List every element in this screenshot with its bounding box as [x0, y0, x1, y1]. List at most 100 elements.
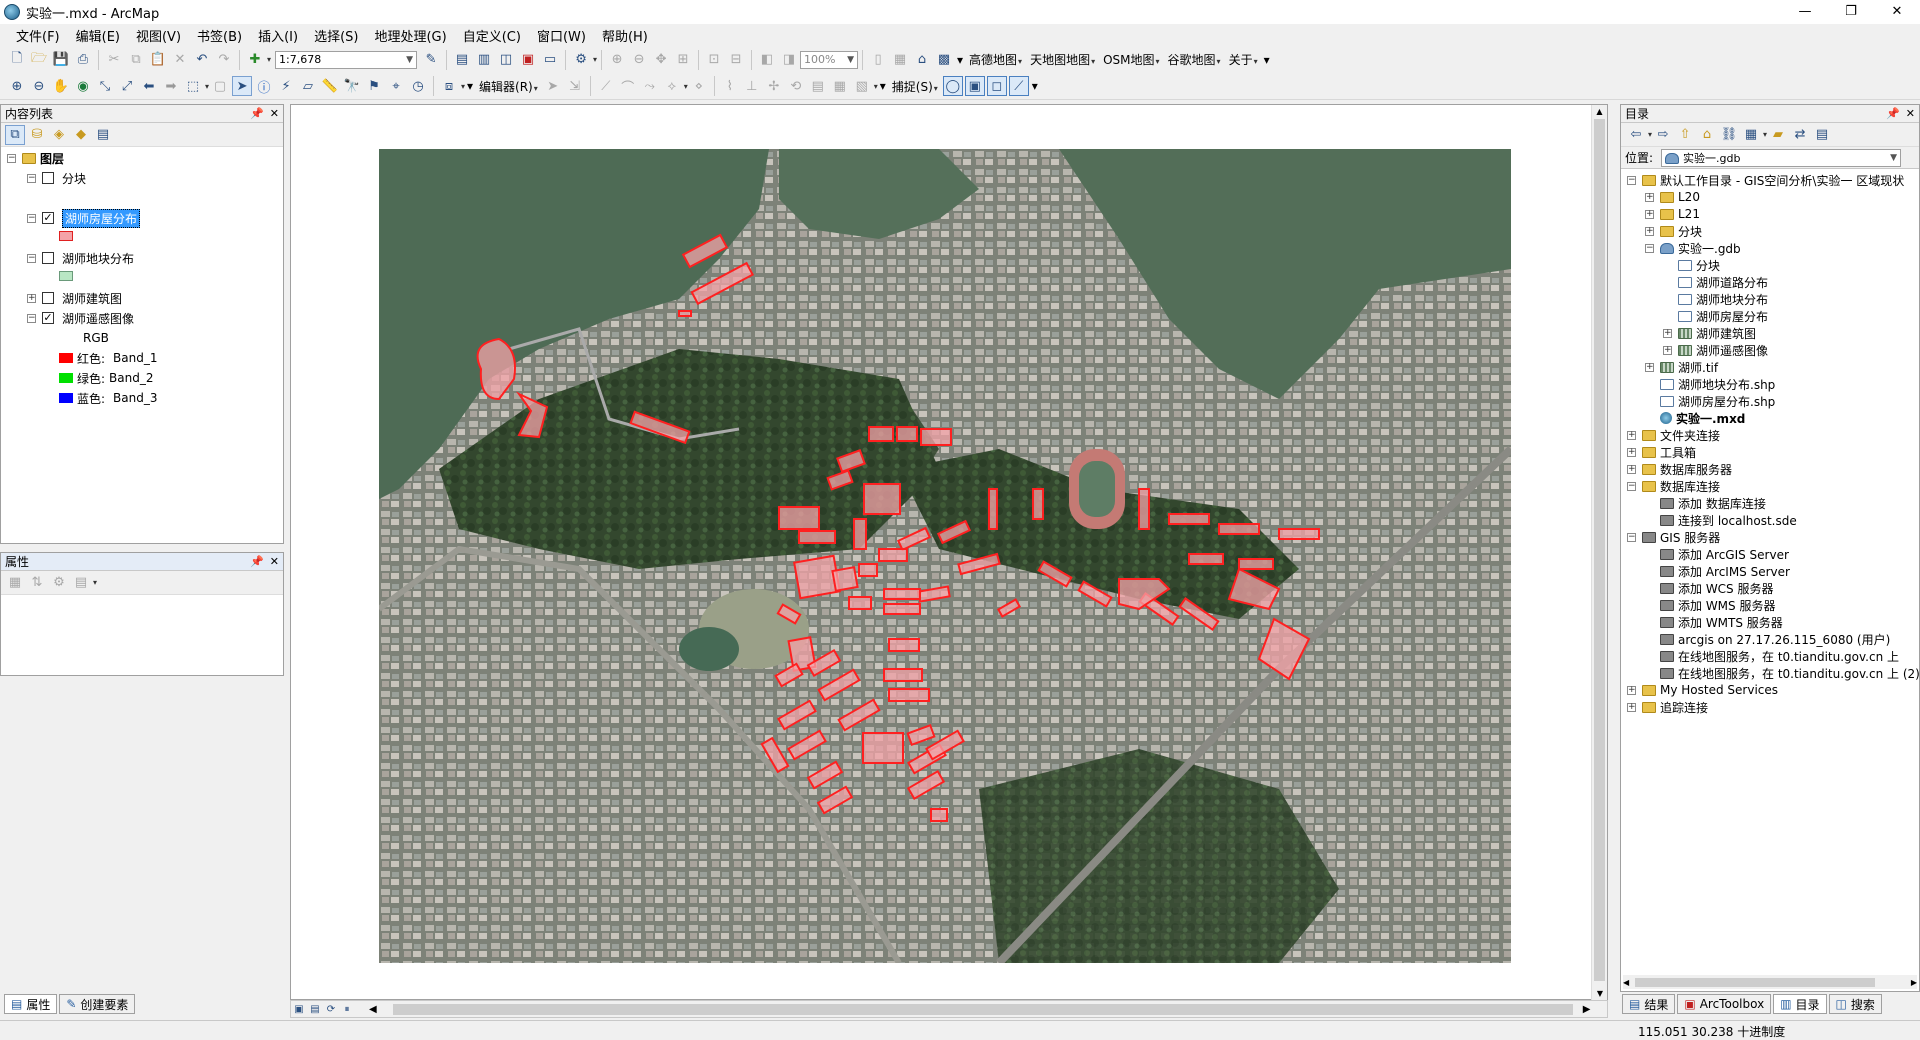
- tab-results[interactable]: ▤ 结果: [1622, 994, 1676, 1014]
- rotate-tool-icon[interactable]: ⟲: [786, 76, 806, 96]
- zoom-100-icon[interactable]: ⊟: [726, 50, 746, 70]
- menu-windows[interactable]: 窗口(W): [529, 26, 594, 45]
- edge-snapping-icon[interactable]: ⟋: [1008, 76, 1029, 96]
- forward-icon[interactable]: ⇨: [1653, 125, 1673, 145]
- chevron-down-icon[interactable]: ▾: [1648, 130, 1652, 139]
- catalog-item[interactable]: + 分块: [1645, 222, 1702, 240]
- catalog-item[interactable]: 添加 数据库连接: [1645, 494, 1766, 512]
- catalog-item[interactable]: 添加 WCS 服务器: [1645, 579, 1774, 597]
- clear-selection-icon[interactable]: ▢: [210, 76, 230, 96]
- scroll-right-icon[interactable]: ▶: [1583, 1004, 1591, 1015]
- find-route-icon[interactable]: ⚑: [364, 76, 384, 96]
- toolbar-grip[interactable]: ▾: [1032, 76, 1038, 96]
- collapse-icon[interactable]: −: [1645, 243, 1654, 253]
- menu-view[interactable]: 视图(V): [128, 26, 189, 45]
- point-icon[interactable]: ⟡: [662, 76, 682, 96]
- house-polygon[interactable]: [629, 410, 691, 445]
- house-polygon[interactable]: [1032, 488, 1044, 520]
- catalog-horizontal-scrollbar[interactable]: ◀ ▶: [1623, 975, 1917, 989]
- catalog-item[interactable]: + 工具箱: [1627, 443, 1696, 461]
- collapse-icon[interactable]: −: [27, 313, 36, 323]
- collapse-icon[interactable]: −: [1627, 532, 1636, 542]
- band-green-row[interactable]: 绿色: Band_2: [59, 369, 154, 387]
- house-polygon[interactable]: [681, 233, 729, 269]
- list-by-source-icon[interactable]: ⛁: [27, 125, 47, 145]
- legend-swatch-parcels[interactable]: [59, 271, 73, 281]
- house-polygon[interactable]: [883, 588, 921, 600]
- house-polygon[interactable]: [862, 732, 904, 764]
- previous-extent-layout-icon[interactable]: ◧: [757, 50, 777, 70]
- measure-icon[interactable]: 📏: [320, 76, 340, 96]
- house-polygon[interactable]: [798, 530, 836, 544]
- house-polygon[interactable]: [831, 566, 859, 592]
- zoom-out-icon[interactable]: ⊖: [29, 76, 49, 96]
- catalog-item[interactable]: 湖师地块分布: [1663, 290, 1768, 308]
- catalog-item[interactable]: 添加 ArcGIS Server: [1645, 545, 1789, 563]
- house-polygon[interactable]: [936, 519, 972, 545]
- scroll-thumb[interactable]: [1594, 119, 1605, 981]
- toolbar-grip[interactable]: ▾: [1264, 50, 1270, 70]
- toggle-draft-icon[interactable]: ▯: [868, 50, 888, 70]
- home-icon[interactable]: ⌂: [1697, 125, 1717, 145]
- house-polygon[interactable]: [906, 769, 946, 801]
- house-polygon[interactable]: [816, 785, 854, 815]
- time-slider-icon[interactable]: ◷: [408, 76, 428, 96]
- delete-icon[interactable]: ✕: [170, 50, 190, 70]
- reshape-feature-icon[interactable]: ⌇: [720, 76, 740, 96]
- scroll-left-icon[interactable]: ◀: [369, 1004, 377, 1015]
- tab-create-features[interactable]: ✎ 创建要素: [59, 994, 136, 1014]
- options-icon[interactable]: ▤: [93, 125, 113, 145]
- menu-geoprocessing[interactable]: 地理处理(G): [366, 26, 454, 45]
- tab-arctoolbox[interactable]: ▣ ArcToolbox: [1677, 994, 1772, 1014]
- fixed-zoom-in-icon[interactable]: ⤡: [95, 76, 115, 96]
- layer-item-houses[interactable]: − ✓ 湖师房屋分布: [27, 208, 141, 228]
- expand-icon[interactable]: +: [1627, 685, 1636, 695]
- sketch-properties-icon[interactable]: ▦: [830, 76, 850, 96]
- zoom-in-icon[interactable]: ⊕: [7, 76, 27, 96]
- house-polygon[interactable]: [883, 668, 923, 682]
- house-polygon[interactable]: [878, 548, 908, 562]
- house-polygon[interactable]: [1227, 567, 1281, 611]
- sort-az-icon[interactable]: ⇅: [27, 573, 47, 593]
- catalog-item[interactable]: + 湖师.tif: [1645, 358, 1718, 376]
- house-polygon[interactable]: [883, 603, 921, 615]
- layout-view-icon[interactable]: ▤: [308, 1002, 322, 1016]
- layer-visibility-checkbox[interactable]: [42, 252, 54, 264]
- refresh-icon[interactable]: ⟳: [324, 1002, 338, 1016]
- catalog-item[interactable]: 湖师地块分布.shp: [1645, 375, 1775, 393]
- catalog-item[interactable]: + 湖师建筑图: [1663, 324, 1756, 342]
- edit-annotation-icon[interactable]: ⇲: [565, 76, 585, 96]
- layers-root[interactable]: − 图层: [7, 149, 64, 167]
- close-icon[interactable]: ✕: [1906, 107, 1915, 120]
- chevron-down-icon[interactable]: ▾: [684, 82, 688, 91]
- catalog-item[interactable]: + 湖师遥感图像: [1663, 341, 1768, 359]
- select-elements-arrow-icon[interactable]: ➤: [232, 76, 253, 96]
- print-icon[interactable]: ⎙: [73, 50, 93, 70]
- chevron-down-icon[interactable]: ▾: [267, 55, 271, 64]
- close-icon[interactable]: ✕: [270, 107, 279, 120]
- split-tool-icon[interactable]: ✢: [764, 76, 784, 96]
- location-combo[interactable]: 实验一.gdb ▼: [1661, 148, 1902, 167]
- zoom-whole-page-icon[interactable]: ⊡: [704, 50, 724, 70]
- catalog-item[interactable]: + My Hosted Services: [1627, 681, 1778, 699]
- find-binoculars-icon[interactable]: 🔭: [342, 76, 362, 96]
- layer-item-fenkuai[interactable]: − 分块: [27, 169, 86, 187]
- green-band-swatch[interactable]: [59, 373, 73, 383]
- house-polygon[interactable]: [1218, 523, 1260, 535]
- catalog-item[interactable]: 添加 WMS 服务器: [1645, 596, 1775, 614]
- catalog-item[interactable]: 湖师房屋分布.shp: [1645, 392, 1775, 410]
- house-polygon[interactable]: [1077, 580, 1113, 608]
- house-polygon[interactable]: [476, 337, 516, 401]
- attributes-icon[interactable]: ▤: [808, 76, 828, 96]
- house-polygon[interactable]: [836, 449, 866, 473]
- chevron-down-icon[interactable]: ▾: [461, 82, 465, 91]
- house-polygon[interactable]: [853, 518, 867, 550]
- menu-customize[interactable]: 自定义(C): [455, 26, 529, 45]
- identify-icon[interactable]: ⓘ: [254, 76, 274, 96]
- house-polygon[interactable]: [1278, 528, 1320, 540]
- html-popup-icon[interactable]: ▱: [298, 76, 318, 96]
- pin-icon[interactable]: 📌: [250, 555, 264, 568]
- end-snapping-icon[interactable]: ▣: [964, 76, 985, 96]
- house-polygon[interactable]: [1178, 597, 1220, 631]
- layer-visibility-checkbox[interactable]: ✓: [42, 312, 54, 324]
